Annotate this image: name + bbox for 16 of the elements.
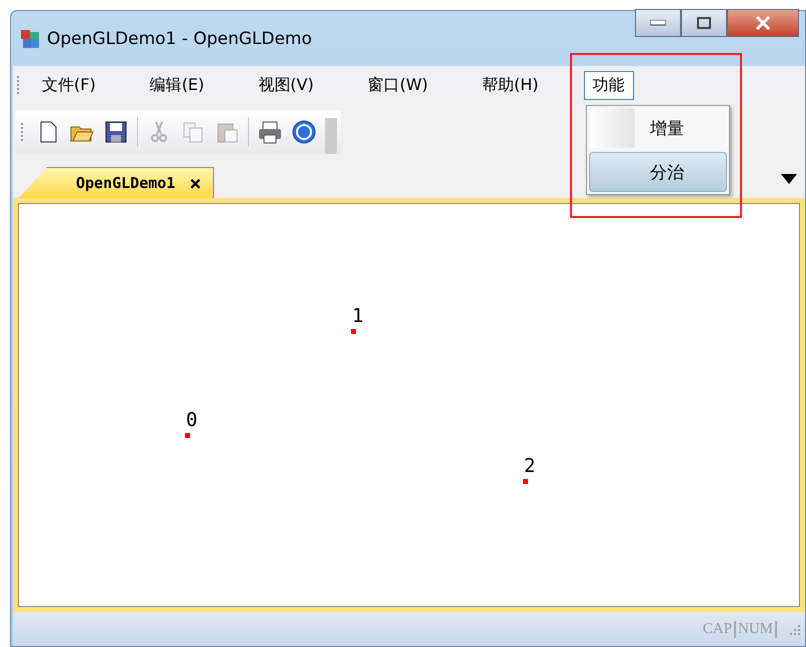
dropdown-item[interactable]: 增量	[589, 108, 727, 148]
point-label: 1	[352, 305, 364, 327]
document-tab[interactable]: OpenGLDemo1 ×	[19, 167, 214, 198]
status-indicator: NUM	[738, 620, 777, 638]
menu-item[interactable]: 视图(V)	[249, 70, 323, 100]
point-label: 2	[524, 455, 536, 477]
tab-close-button[interactable]: ×	[189, 171, 202, 195]
menu-item[interactable]: 编辑(E)	[140, 70, 214, 100]
menu-item[interactable]: 帮助(H)	[473, 70, 548, 100]
point-label: 0	[186, 409, 198, 431]
status-indicator: CAP	[702, 620, 736, 638]
window-title: OpenGLDemo1 - OpenGLDemo	[47, 28, 312, 48]
menu-item[interactable]: 文件(F)	[33, 70, 105, 100]
menu-item[interactable]: 功能	[584, 70, 634, 100]
dropdown-item[interactable]: 分治	[589, 152, 727, 192]
menu-item[interactable]: 窗口(W)	[358, 70, 438, 100]
